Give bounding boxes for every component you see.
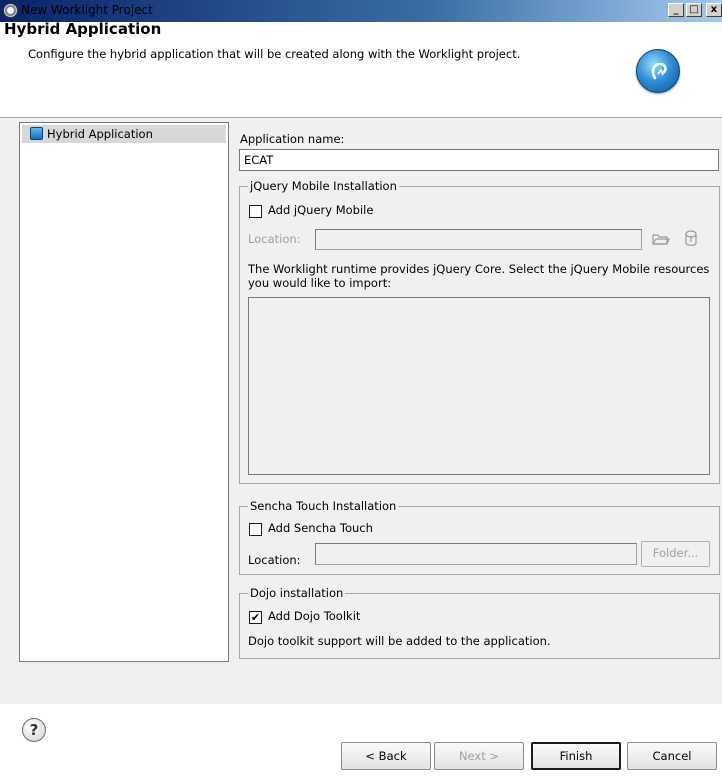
archive-icon[interactable] <box>684 230 698 251</box>
dojo-group-title: Dojo installation <box>248 586 346 600</box>
folder-open-icon[interactable] <box>651 232 670 249</box>
worklight-globe-icon <box>636 49 680 93</box>
sencha-group-title: Sencha Touch Installation <box>248 499 399 513</box>
tree-item-label: Hybrid Application <box>47 127 153 141</box>
page-title: Hybrid Application <box>4 20 162 38</box>
help-button[interactable]: ? <box>22 718 46 742</box>
add-dojo-checkbox[interactable]: ✔ <box>249 611 262 624</box>
hybrid-app-icon <box>30 127 43 140</box>
eclipse-gear-icon <box>3 3 18 18</box>
window-title: New Worklight Project <box>21 3 153 17</box>
app-name-label: Application name: <box>240 132 345 146</box>
jquery-description: The Worklight runtime provides jQuery Co… <box>248 262 710 290</box>
sencha-folder-button[interactable]: Folder... <box>641 541 710 567</box>
finish-button[interactable]: Finish <box>531 742 621 770</box>
next-button[interactable]: Next > <box>434 742 524 770</box>
app-name-input[interactable]: ECAT <box>239 149 719 171</box>
add-jquery-checkbox[interactable] <box>249 205 262 218</box>
add-dojo-label[interactable]: Add Dojo Toolkit <box>268 609 360 623</box>
dojo-description: Dojo toolkit support will be added to th… <box>248 634 551 648</box>
jquery-resources-list[interactable] <box>248 297 710 475</box>
page-description: Configure the hybrid application that wi… <box>28 47 521 61</box>
dojo-group <box>239 593 720 659</box>
minimize-button[interactable]: _ <box>668 3 684 17</box>
sencha-location-input[interactable] <box>315 543 637 565</box>
page-tree[interactable] <box>19 122 229 662</box>
maximize-button[interactable]: □ <box>686 3 702 17</box>
add-jquery-label[interactable]: Add jQuery Mobile <box>268 203 373 217</box>
cancel-button[interactable]: Cancel <box>627 742 717 770</box>
back-button[interactable]: < Back <box>341 742 431 770</box>
jquery-group-title: jQuery Mobile Installation <box>248 179 399 193</box>
jquery-location-label: Location: <box>248 232 301 246</box>
add-sencha-label[interactable]: Add Sencha Touch <box>268 521 373 535</box>
sencha-location-label: Location: <box>248 553 301 567</box>
close-button[interactable]: x <box>706 3 722 17</box>
add-sencha-checkbox[interactable] <box>249 523 262 536</box>
jquery-location-input[interactable] <box>315 229 642 250</box>
